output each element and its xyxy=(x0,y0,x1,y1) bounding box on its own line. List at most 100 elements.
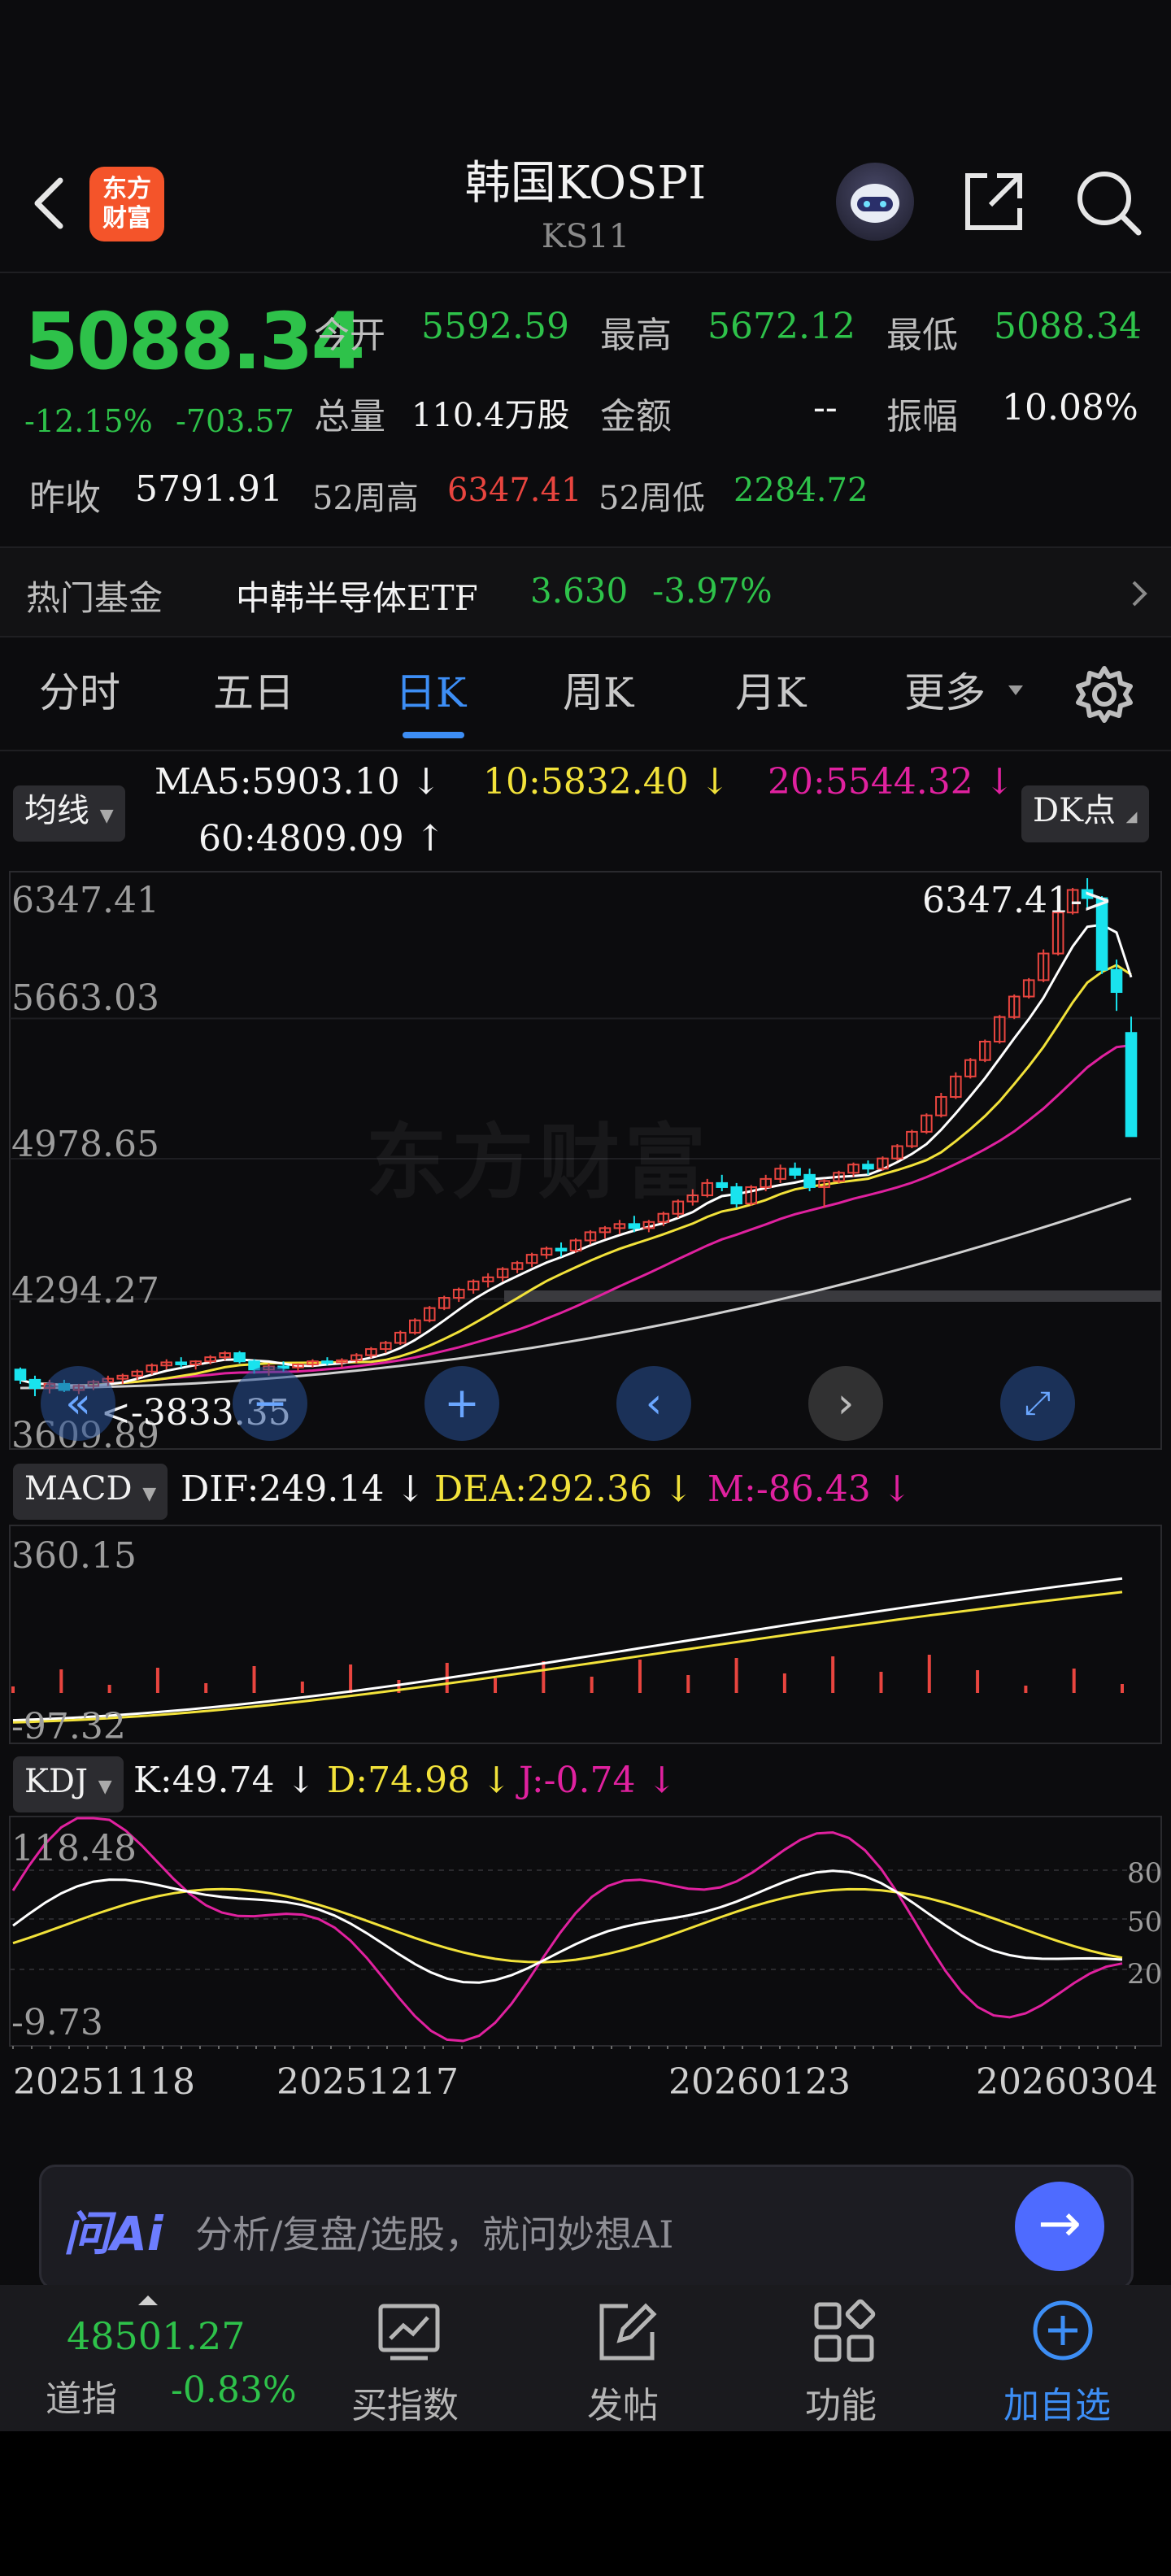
candle-body xyxy=(28,1378,41,1389)
amplitude-label: 振幅 xyxy=(886,396,958,437)
kdj-axis-bottom: -9.73 xyxy=(11,2002,103,2043)
kdj-chart xyxy=(9,1816,1162,2049)
candle-body xyxy=(1125,1032,1138,1138)
kdj-k: K:49.74 ↓ xyxy=(133,1760,316,1801)
tab-more[interactable]: 更多 xyxy=(904,660,986,719)
high-label: 最高 xyxy=(600,315,672,356)
tab-daily-k[interactable]: 日K xyxy=(395,660,466,719)
bottom-nav-buy-index[interactable]: 买指数 xyxy=(351,2376,459,2428)
kdj-selector-label: KDJ xyxy=(24,1763,88,1800)
chevron-right-icon[interactable] xyxy=(1127,577,1151,610)
macd-m: M:-86.43 ↓ xyxy=(707,1469,912,1510)
kdj-d: D:74.98 ↓ xyxy=(327,1760,511,1801)
kdj-tick-80: 80 xyxy=(1127,1857,1163,1890)
candle-body xyxy=(233,1352,246,1363)
dow-index-change: -0.83% xyxy=(171,2369,297,2411)
macd-selector-label: MACD xyxy=(24,1470,133,1508)
macd-dea: DEA:292.36 ↓ xyxy=(434,1469,694,1510)
kdj-tick-50: 50 xyxy=(1127,1906,1163,1939)
robot-assistant-icon[interactable] xyxy=(836,163,914,241)
bottom-nav-post[interactable]: 发帖 xyxy=(587,2376,659,2428)
zoom-in-icon[interactable]: + xyxy=(424,1366,499,1441)
tab-monthly-k[interactable]: 月K xyxy=(735,660,806,719)
amplitude-value: 10.08% xyxy=(1002,387,1138,429)
kdj-k-line xyxy=(12,1869,1123,1984)
scroll-left-icon[interactable]: ‹ xyxy=(616,1366,691,1441)
dk-caret-icon: ◢ xyxy=(1125,808,1138,825)
post-icon[interactable] xyxy=(590,2296,664,2369)
kdj-d-text: D:74.98 xyxy=(327,1760,471,1801)
hot-fund-label: 热门基金 xyxy=(26,578,163,618)
dk-point-label: DK点 xyxy=(1033,792,1116,829)
header-divider xyxy=(0,272,1171,273)
ma60-value: 60:4809.09 ↑ xyxy=(198,818,446,859)
search-icon[interactable] xyxy=(1072,166,1145,239)
w52-low-value: 2284.72 xyxy=(734,472,868,509)
price-axis-label: 6347.41 xyxy=(11,880,159,921)
tabs-divider xyxy=(0,750,1171,751)
candle-body xyxy=(628,1223,641,1229)
dow-index-name: 道指 xyxy=(46,2378,117,2420)
tab-weekly-k[interactable]: 周K xyxy=(563,660,633,719)
add-watchlist-icon[interactable] xyxy=(1026,2296,1099,2369)
price-axis-label: 5663.03 xyxy=(11,977,159,1019)
w52-high-value: 6347.41 xyxy=(447,472,582,509)
scroll-left-fast-icon[interactable]: « xyxy=(41,1366,115,1441)
kdj-j-text: J:-0.74 xyxy=(519,1760,636,1801)
kdj-tick-20: 20 xyxy=(1127,1958,1163,1991)
hot-fund-change: -3.97% xyxy=(652,571,773,611)
candle-body xyxy=(321,1360,333,1364)
ma-selector[interactable]: 均线 ▼ xyxy=(13,785,125,842)
bottom-blank-area xyxy=(0,2431,1171,2576)
dk-point-button[interactable]: DK点 ◢ xyxy=(1021,785,1149,842)
gear-icon[interactable] xyxy=(1072,662,1137,727)
macd-selector[interactable]: MACD ▼ xyxy=(13,1464,168,1520)
macd-chart xyxy=(9,1525,1162,1744)
tab-intraday[interactable]: 分时 xyxy=(39,660,120,719)
prev-close-value: 5791.91 xyxy=(135,468,283,510)
macd-dea-text: DEA:292.36 xyxy=(434,1469,652,1510)
price-axis-label: 4978.65 xyxy=(11,1124,159,1165)
ai-submit-arrow-icon[interactable]: → xyxy=(1015,2182,1104,2271)
dow-index-value[interactable]: 48501.27 xyxy=(67,2314,246,2358)
share-icon[interactable] xyxy=(960,168,1028,236)
candle-body xyxy=(730,1186,743,1205)
bottom-nav-add-watchlist[interactable]: 加自选 xyxy=(1003,2376,1111,2428)
date-axis-label: 20260304 xyxy=(976,2061,1158,2103)
kdj-selector-caret-icon: ▼ xyxy=(98,1777,112,1797)
candle-body xyxy=(1110,968,1123,994)
kdj-k-text: K:49.74 xyxy=(133,1760,275,1801)
buy-index-icon[interactable] xyxy=(372,2296,446,2369)
price-axis-label: 4294.27 xyxy=(11,1270,159,1312)
ai-input-placeholder[interactable]: 分析/复盘/选股，就问妙想AI xyxy=(195,2205,673,2259)
kdj-axis-top: 118.48 xyxy=(11,1828,137,1869)
volume-label: 总量 xyxy=(314,396,385,437)
prev-close-label: 昨收 xyxy=(29,477,101,519)
chart-watermark: 东方财富 xyxy=(366,1115,711,1210)
low-label: 最低 xyxy=(886,315,958,356)
ma10-text: 10:5832.40 xyxy=(483,761,689,803)
bottom-nav-functions[interactable]: 功能 xyxy=(805,2376,877,2428)
ma10-value: 10:5832.40 ↓ xyxy=(483,761,730,803)
candle-body xyxy=(803,1173,816,1188)
scroll-right-icon[interactable]: › xyxy=(808,1366,883,1441)
zoom-out-icon[interactable]: − xyxy=(233,1366,307,1441)
tab-five-day[interactable]: 五日 xyxy=(213,660,294,719)
kdj-d-line xyxy=(12,1887,1123,1964)
functions-grid-icon[interactable] xyxy=(808,2296,882,2369)
ma-selector-label: 均线 xyxy=(24,792,89,829)
date-axis-label: 20260123 xyxy=(668,2061,851,2103)
hot-fund-name[interactable]: 中韩半导体ETF xyxy=(236,571,478,620)
change-amount: -703.57 xyxy=(176,403,294,439)
change-percent: -12.15% xyxy=(24,403,153,439)
low-value: 5088.34 xyxy=(994,306,1142,347)
ma-selector-caret-icon: ▼ xyxy=(99,806,114,826)
kdj-selector[interactable]: KDJ ▼ xyxy=(13,1756,124,1812)
ma5-value: MA5:5903.10 ↓ xyxy=(155,761,442,803)
amount-label: 金额 xyxy=(600,396,672,437)
fullscreen-icon[interactable]: ⤢ xyxy=(1000,1366,1075,1441)
date-axis-label: 20251217 xyxy=(276,2061,459,2103)
active-tab-indicator xyxy=(403,732,464,738)
macd-dif-line xyxy=(12,1577,1123,1722)
hot-fund-price: 3.630 xyxy=(530,571,629,611)
